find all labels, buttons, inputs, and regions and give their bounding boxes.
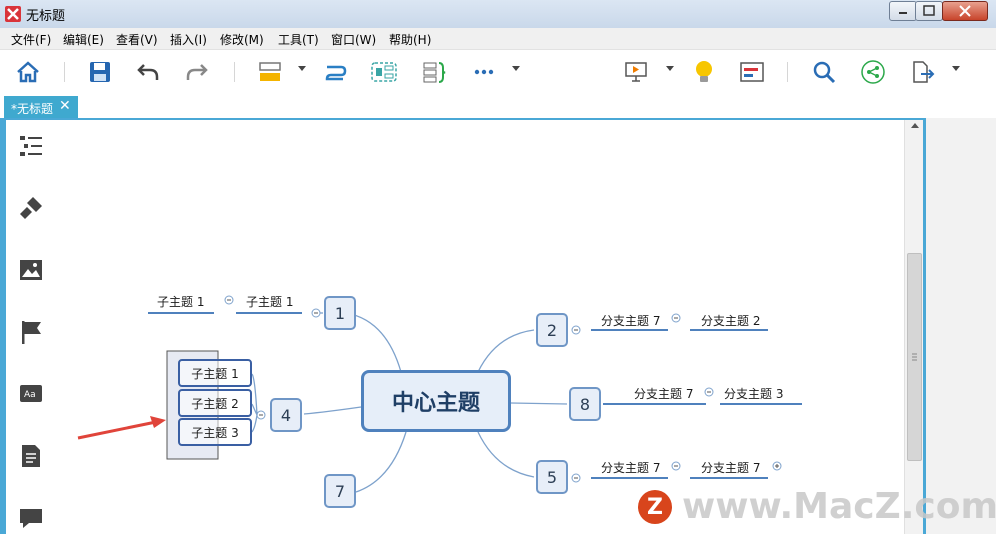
presentation-dropdown-icon[interactable]	[666, 66, 674, 71]
relationship-button[interactable]	[322, 58, 350, 86]
export-icon	[913, 61, 935, 83]
menu-help[interactable]: 帮助(H)	[389, 31, 431, 48]
relationship-icon	[325, 65, 347, 81]
topic-node-2[interactable]: 2	[536, 313, 568, 347]
presentation-button[interactable]	[622, 58, 650, 86]
comment-icon[interactable]	[17, 504, 45, 532]
save-button[interactable]	[86, 58, 114, 86]
topic-node-7[interactable]: 7	[324, 474, 356, 508]
search-icon	[813, 61, 836, 84]
maximize-icon	[923, 5, 935, 16]
selected-subtopic-3[interactable]: 子主题 3	[178, 418, 252, 446]
close-window-button[interactable]	[942, 1, 988, 21]
vertical-scrollbar[interactable]	[904, 120, 923, 534]
tab-label: *无标题	[11, 102, 54, 116]
central-topic[interactable]: 中心主题	[361, 370, 511, 432]
scroll-thumb[interactable]	[907, 253, 922, 461]
topic-node-8[interactable]: 8	[569, 387, 601, 421]
lightbulb-icon	[696, 61, 712, 82]
share-icon	[861, 60, 885, 84]
format-brush-icon[interactable]	[17, 194, 45, 222]
redo-button[interactable]	[183, 58, 211, 86]
export-dropdown-icon[interactable]	[952, 66, 960, 71]
branch-topic-label[interactable]: 分支主题 7	[701, 459, 760, 476]
close-icon	[959, 5, 971, 17]
search-button[interactable]	[810, 58, 838, 86]
topic-icon	[259, 62, 281, 81]
minimize-icon	[899, 12, 907, 14]
maximize-button[interactable]	[915, 1, 943, 21]
scroll-up-icon[interactable]	[911, 123, 919, 128]
more-icon	[474, 69, 494, 75]
marker-flag-icon[interactable]	[17, 318, 45, 346]
subtopic-label[interactable]: 子主题 1	[246, 293, 293, 310]
selected-subtopic-1[interactable]: 子主题 1	[178, 359, 252, 387]
topic-node-4[interactable]: 4	[270, 398, 302, 432]
topic-node-1[interactable]: 1	[324, 296, 356, 330]
connector-lines	[77, 295, 802, 493]
undo-icon	[137, 64, 159, 80]
grip-icon	[912, 353, 917, 361]
gantt-icon	[740, 62, 764, 82]
branch-topic-label[interactable]: 分支主题 7	[601, 459, 660, 476]
summary-button[interactable]	[420, 58, 448, 86]
image-icon[interactable]	[17, 256, 45, 284]
menu-modify[interactable]: 修改(M)	[220, 31, 264, 48]
menu-tools[interactable]: 工具(T)	[278, 31, 319, 48]
summary-icon	[423, 62, 446, 83]
notes-icon[interactable]	[17, 442, 45, 470]
right-panel	[926, 118, 996, 534]
brainstorm-button[interactable]	[690, 58, 718, 86]
tab-close-icon[interactable]: ✕	[59, 98, 71, 114]
menu-edit[interactable]: 编辑(E)	[63, 31, 104, 48]
gantt-button[interactable]	[738, 58, 766, 86]
toolbar-separator	[787, 62, 788, 82]
selected-subtopic-2[interactable]: 子主题 2	[178, 389, 252, 417]
watermark-text: www.MacZ.com	[682, 486, 996, 527]
toolbar-separator	[64, 62, 65, 82]
menu-window[interactable]: 窗口(W)	[331, 31, 376, 48]
title-bar	[0, 0, 996, 28]
topic-dropdown-icon[interactable]	[298, 66, 306, 71]
outline-icon[interactable]	[17, 132, 45, 160]
branch-topic-label[interactable]: 分支主题 3	[724, 385, 783, 402]
home-button[interactable]	[14, 58, 42, 86]
presentation-icon	[625, 62, 647, 82]
svg-text:Aa: Aa	[24, 390, 36, 400]
undo-button[interactable]	[134, 58, 162, 86]
document-tab[interactable]: *无标题 ✕	[4, 96, 78, 118]
branch-topic-label[interactable]: 分支主题 2	[701, 312, 760, 329]
menu-file[interactable]: 文件(F)	[11, 31, 51, 48]
branch-topic-label[interactable]: 分支主题 7	[601, 312, 660, 329]
branch-topic-label[interactable]: 分支主题 7	[634, 385, 693, 402]
home-icon	[17, 61, 39, 83]
toolbar-separator	[234, 62, 235, 82]
tab-strip	[0, 96, 996, 118]
menu-view[interactable]: 查看(V)	[116, 31, 158, 48]
app-logo-icon	[5, 6, 21, 22]
export-button[interactable]	[908, 58, 936, 86]
mindmap-canvas[interactable]: 中心主题 1 2 8 4 7 5 子主题 1 子主题 1 分支主题 7 分支主题…	[6, 120, 904, 534]
subtopic-label[interactable]: 子主题 1	[157, 293, 204, 310]
insert-topic-button[interactable]	[256, 58, 284, 86]
redo-icon	[186, 64, 208, 80]
menu-insert[interactable]: 插入(I)	[170, 31, 207, 48]
watermark-logo: Z	[638, 490, 672, 524]
boundary-button[interactable]	[370, 58, 398, 86]
share-button[interactable]	[859, 58, 887, 86]
more-dropdown-icon[interactable]	[512, 66, 520, 71]
minimize-button[interactable]	[889, 1, 917, 21]
window-title: 无标题	[26, 9, 66, 24]
topic-node-5[interactable]: 5	[536, 460, 568, 494]
save-icon	[90, 62, 110, 82]
more-button[interactable]	[470, 58, 498, 86]
boundary-icon	[371, 62, 397, 82]
font-icon[interactable]: Aa	[17, 380, 45, 408]
